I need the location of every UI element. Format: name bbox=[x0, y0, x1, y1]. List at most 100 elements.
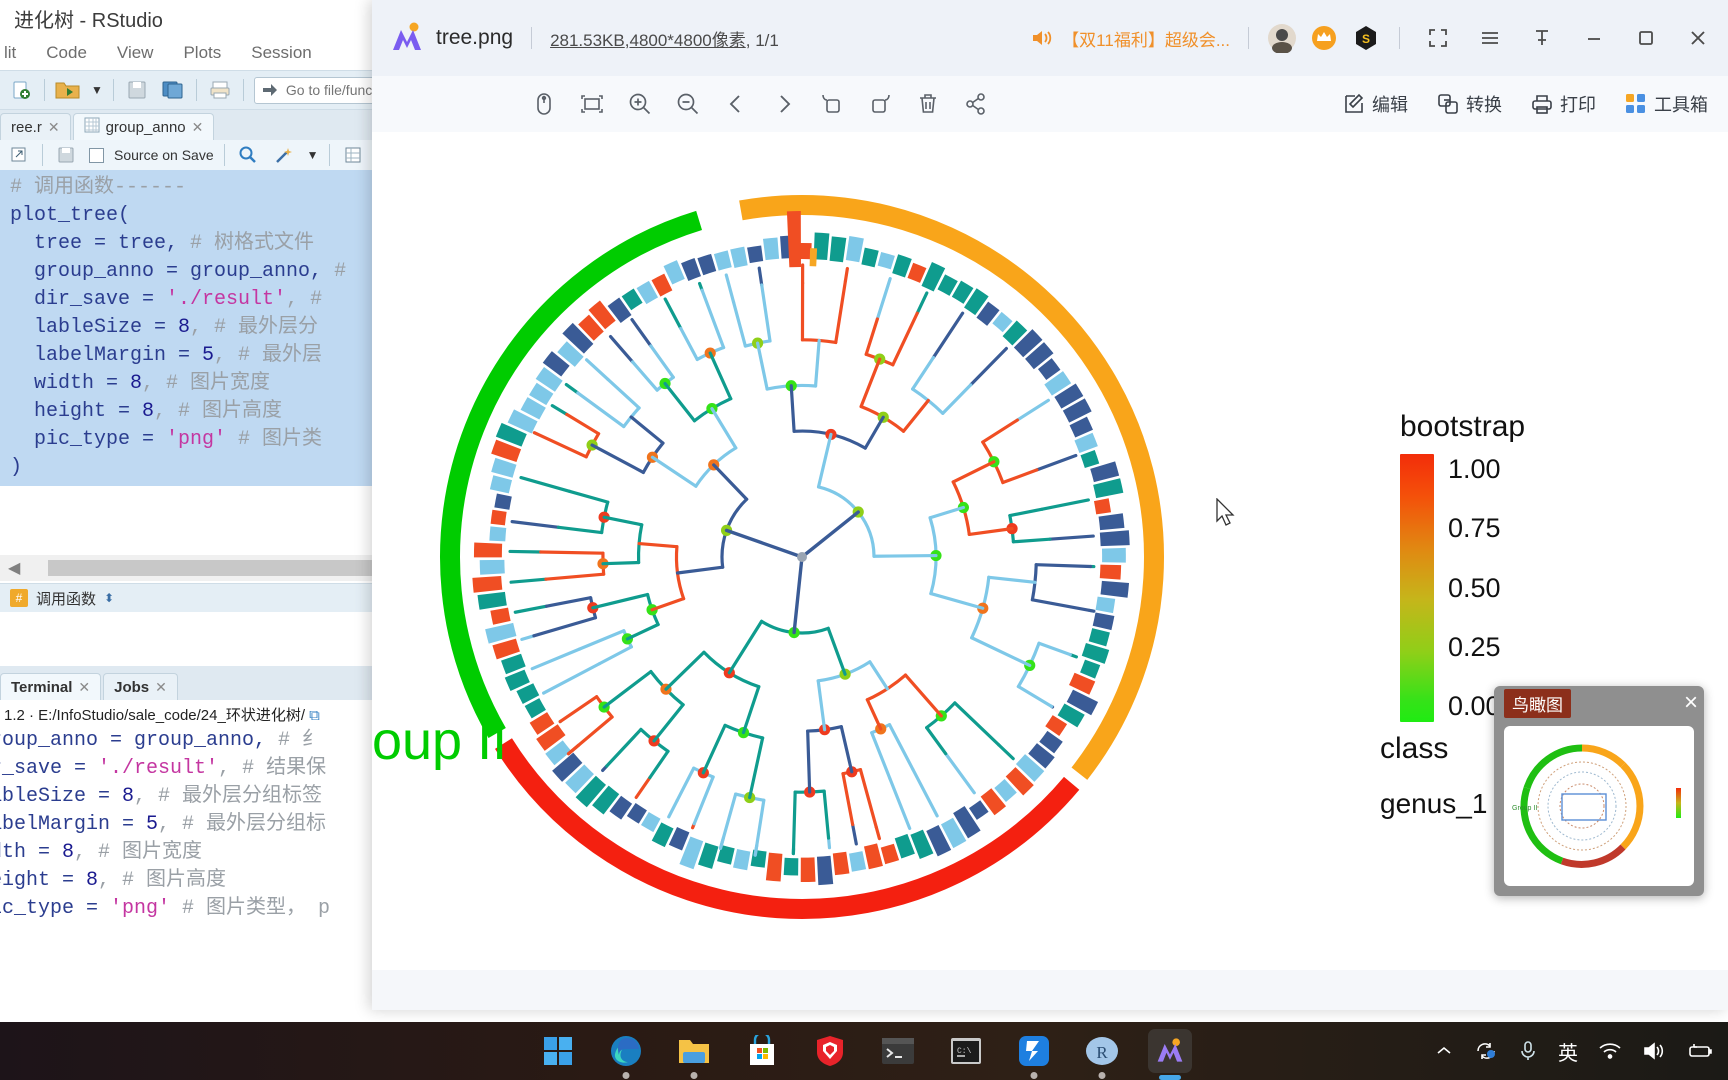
edge-browser-icon[interactable] bbox=[604, 1029, 648, 1079]
save-all-icon[interactable] bbox=[160, 78, 186, 102]
tree-branch bbox=[911, 767, 939, 818]
menu-session[interactable]: Session bbox=[251, 43, 311, 63]
close-icon[interactable]: × bbox=[1684, 689, 1698, 717]
leaf-tile bbox=[1098, 513, 1125, 531]
mcafee-icon[interactable] bbox=[808, 1029, 852, 1073]
save-icon[interactable] bbox=[124, 78, 150, 102]
r-console-icon[interactable]: R bbox=[1080, 1029, 1124, 1079]
zoom-in-icon[interactable] bbox=[616, 82, 664, 126]
image-canvas[interactable]: Group II bootstrap 1.00 0.75 0.50 0.25 0… bbox=[372, 132, 1728, 970]
scroll-left-arrow-icon[interactable]: ◀ bbox=[0, 558, 20, 578]
photo-viewer-icon[interactable] bbox=[1148, 1029, 1192, 1080]
rotate-right-icon[interactable] bbox=[856, 82, 904, 126]
new-file-icon[interactable] bbox=[8, 78, 34, 102]
convert-button[interactable]: 转换 bbox=[1422, 82, 1516, 126]
file-explorer-icon[interactable] bbox=[672, 1029, 716, 1079]
tab-group-anno[interactable]: group_anno ✕ bbox=[72, 113, 215, 140]
magic-wand-icon[interactable] bbox=[271, 143, 297, 167]
print-icon[interactable] bbox=[207, 78, 233, 102]
external-link-icon[interactable]: ⧉ bbox=[309, 707, 320, 724]
save-icon[interactable] bbox=[53, 143, 79, 167]
menu-view[interactable]: View bbox=[117, 43, 154, 63]
minimize-icon[interactable] bbox=[1574, 18, 1614, 58]
root-branch bbox=[724, 528, 804, 559]
open-folder-icon[interactable] bbox=[55, 78, 81, 102]
code-token: , # 图片高度 bbox=[98, 869, 227, 892]
tree-branch bbox=[718, 792, 738, 850]
fullscreen-icon[interactable] bbox=[1418, 18, 1458, 58]
tree-branch bbox=[652, 703, 685, 743]
system-tray[interactable]: 英 bbox=[1434, 1037, 1714, 1066]
tree-branch bbox=[863, 415, 885, 450]
pin-icon[interactable] bbox=[1522, 18, 1562, 58]
menu-code[interactable]: Code bbox=[46, 43, 87, 63]
tab-terminal[interactable]: Terminal ✕ bbox=[0, 673, 102, 700]
wifi-icon[interactable] bbox=[1598, 1041, 1622, 1061]
leaf-tile bbox=[894, 833, 915, 859]
bandizip-icon[interactable] bbox=[1012, 1029, 1056, 1079]
windows-taskbar[interactable]: C:\ R 英 bbox=[0, 1022, 1728, 1080]
delete-icon[interactable] bbox=[904, 82, 952, 126]
maximize-icon[interactable] bbox=[1626, 18, 1666, 58]
menu-plots[interactable]: Plots bbox=[183, 43, 221, 63]
code-token: 5 bbox=[202, 344, 215, 367]
code-token: pic_type = bbox=[10, 428, 167, 451]
rotate-left-icon[interactable] bbox=[808, 82, 856, 126]
open-dropdown-icon[interactable]: ▼ bbox=[91, 83, 103, 97]
fit-to-screen-icon[interactable] bbox=[568, 82, 616, 126]
volume-icon[interactable] bbox=[1642, 1041, 1666, 1061]
viewer-toolbar[interactable]: 编辑 转换 打印 工具箱 bbox=[372, 76, 1728, 133]
chevron-up-icon[interactable] bbox=[1434, 1043, 1454, 1059]
tree-branch bbox=[649, 344, 675, 379]
tab-tree-r[interactable]: ree.r ✕ bbox=[0, 113, 71, 140]
close-icon[interactable] bbox=[1678, 18, 1718, 58]
leaf-tile bbox=[1044, 371, 1072, 396]
edit-button[interactable]: 编辑 bbox=[1328, 82, 1422, 126]
chevron-down-icon[interactable]: ▼ bbox=[307, 148, 319, 162]
ime-chinese-icon[interactable]: 英 bbox=[1558, 1037, 1578, 1066]
microsoft-store-icon[interactable] bbox=[740, 1029, 784, 1073]
prev-image-icon[interactable] bbox=[712, 82, 760, 126]
file-size-text[interactable]: 281.53KB bbox=[550, 31, 625, 50]
page-indicator: 1/1 bbox=[755, 30, 779, 50]
microphone-icon[interactable] bbox=[1518, 1040, 1538, 1062]
vip-crown-icon[interactable] bbox=[1309, 23, 1339, 53]
print-button[interactable]: 打印 bbox=[1516, 82, 1610, 126]
grid-icon[interactable] bbox=[340, 143, 366, 167]
share-icon[interactable] bbox=[952, 82, 1000, 126]
mouse-pointer-icon[interactable] bbox=[520, 82, 568, 126]
command-prompt-icon[interactable]: C:\ bbox=[944, 1029, 988, 1073]
promo-banner[interactable]: 【双11福利】超级会... bbox=[1031, 26, 1230, 51]
tab-label: Jobs bbox=[114, 678, 150, 696]
tree-branch bbox=[891, 311, 919, 367]
user-avatar[interactable] bbox=[1267, 23, 1297, 53]
onedrive-sync-icon[interactable] bbox=[1474, 1040, 1498, 1062]
close-icon[interactable]: ✕ bbox=[78, 679, 90, 696]
close-icon[interactable]: ✕ bbox=[48, 119, 60, 136]
toolbox-button[interactable]: 工具箱 bbox=[1610, 82, 1728, 126]
tree-branch bbox=[679, 326, 699, 362]
zoom-out-icon[interactable] bbox=[664, 82, 712, 126]
next-image-icon[interactable] bbox=[760, 82, 808, 126]
taskbar-app-list[interactable]: C:\ R bbox=[536, 1029, 1192, 1080]
close-icon[interactable]: ✕ bbox=[192, 119, 204, 136]
running-indicator bbox=[1098, 1072, 1106, 1079]
birdeye-panel[interactable]: 鸟瞰图 × Group II bbox=[1494, 686, 1704, 896]
show-in-window-icon[interactable] bbox=[6, 143, 32, 167]
menu-icon[interactable] bbox=[1470, 18, 1510, 58]
start-button-icon[interactable] bbox=[536, 1029, 580, 1073]
menu-edit[interactable]: lit bbox=[4, 43, 16, 63]
section-chevron-icon[interactable]: ⬍ bbox=[104, 591, 114, 605]
tree-branch bbox=[700, 288, 726, 350]
find-icon[interactable] bbox=[235, 143, 261, 167]
tree-branch bbox=[816, 432, 833, 489]
tree-branch bbox=[510, 520, 561, 529]
file-dimensions-text[interactable]: 4800*4800像素 bbox=[629, 31, 745, 50]
battery-icon[interactable] bbox=[1686, 1041, 1714, 1061]
source-on-save-checkbox[interactable] bbox=[89, 147, 104, 163]
close-icon[interactable]: ✕ bbox=[155, 679, 167, 696]
terminal-icon[interactable] bbox=[876, 1029, 920, 1073]
birdeye-thumbnail[interactable]: Group II bbox=[1504, 726, 1694, 886]
tab-jobs[interactable]: Jobs ✕ bbox=[103, 673, 178, 700]
svip-badge-icon[interactable]: S bbox=[1351, 23, 1381, 53]
